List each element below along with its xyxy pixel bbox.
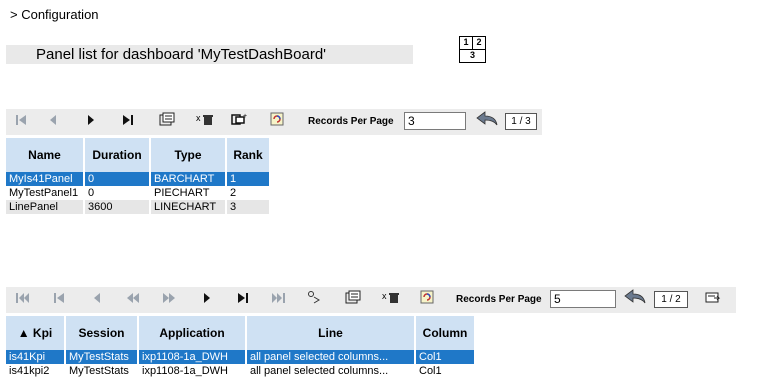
link-icon[interactable] xyxy=(304,287,326,313)
first-page-icon[interactable] xyxy=(12,287,34,313)
delete-icon[interactable]: x xyxy=(380,287,402,313)
cell-rank: 2 xyxy=(227,186,269,200)
fast-forward-icon[interactable] xyxy=(158,287,180,313)
page-indicator[interactable]: 1 / 3 xyxy=(505,113,537,130)
layout-cell-2: 2 xyxy=(472,36,486,50)
cell-type: LINECHART xyxy=(151,200,225,214)
cell-column: Col1 xyxy=(416,364,474,378)
table-row[interactable]: MyIs41Panel 0 BARCHART 1 xyxy=(6,172,269,186)
previous-page-icon[interactable] xyxy=(42,109,64,135)
cell-line: all panel selected columns... xyxy=(247,350,414,364)
last-page-icon[interactable] xyxy=(117,109,139,135)
column-header-session[interactable]: Session xyxy=(66,316,137,350)
layout-cell-3: 3 xyxy=(459,49,486,63)
next-page-icon[interactable] xyxy=(196,287,218,313)
cell-kpi: is41Kpi xyxy=(6,350,64,364)
properties-icon[interactable] xyxy=(342,287,364,313)
breadcrumb[interactable]: > Configuration xyxy=(10,7,99,22)
panel-list-toolbar: x + Records Per Page 1 / 3 xyxy=(6,109,542,135)
properties-icon[interactable] xyxy=(156,109,178,135)
kpi-list-toolbar: x Records Per Page 1 / 2 xyxy=(6,287,736,313)
fast-forward-end-icon[interactable] xyxy=(268,287,290,313)
layout-cell-1: 1 xyxy=(459,36,473,50)
column-header-type[interactable]: Type xyxy=(151,138,225,172)
table-header-row: ▲ Kpi Session Application Line Column xyxy=(6,316,474,350)
back-icon[interactable] xyxy=(474,109,500,135)
records-per-page-label: Records Per Page xyxy=(456,294,542,305)
cell-duration: 0 xyxy=(85,186,149,200)
cell-session: MyTestStats xyxy=(66,364,137,378)
last-page-icon[interactable] xyxy=(232,287,254,313)
page-title: Panel list for dashboard 'MyTestDashBoar… xyxy=(6,45,413,64)
cell-column: Col1 xyxy=(416,350,474,364)
refresh-icon[interactable] xyxy=(416,287,438,313)
column-header-name[interactable]: Name xyxy=(6,138,83,172)
export-icon[interactable] xyxy=(702,287,724,313)
cell-line: all panel selected columns... xyxy=(247,364,414,378)
column-header-rank[interactable]: Rank xyxy=(227,138,269,172)
next-page-icon[interactable] xyxy=(80,109,102,135)
first-page-icon[interactable] xyxy=(10,109,32,135)
previous-page-icon[interactable] xyxy=(86,287,108,313)
cell-application: ixp1108-1a_DWH xyxy=(139,364,245,378)
cell-name: MyIs41Panel xyxy=(6,172,83,186)
column-header-column[interactable]: Column xyxy=(416,316,474,350)
kpi-table: ▲ Kpi Session Application Line Column is… xyxy=(4,316,476,378)
cell-name: MyTestPanel1 xyxy=(6,186,83,200)
copy-icon[interactable]: + xyxy=(229,109,251,135)
fast-backward-icon[interactable] xyxy=(122,287,144,313)
panel-table: Name Duration Type Rank MyIs41Panel 0 BA… xyxy=(4,138,271,214)
cell-kpi: is41kpi2 xyxy=(6,364,64,378)
svg-text:x: x xyxy=(196,113,201,123)
column-header-duration[interactable]: Duration xyxy=(85,138,149,172)
cell-rank: 1 xyxy=(227,172,269,186)
column-header-application[interactable]: Application xyxy=(139,316,245,350)
records-per-page-label: Records Per Page xyxy=(308,116,394,127)
page-title-text: Panel list for dashboard 'MyTestDashBoar… xyxy=(36,46,327,63)
table-row[interactable]: MyTestPanel1 0 PIECHART 2 xyxy=(6,186,269,200)
delete-icon[interactable]: x xyxy=(194,109,216,135)
column-header-kpi[interactable]: ▲ Kpi xyxy=(6,316,64,350)
cell-type: BARCHART xyxy=(151,172,225,186)
column-header-line[interactable]: Line xyxy=(247,316,414,350)
table-row[interactable]: is41kpi2 MyTestStats ixp1108-1a_DWH all … xyxy=(6,364,474,378)
back-icon[interactable] xyxy=(622,287,648,313)
panel-layout-icon[interactable]: 1 2 3 xyxy=(459,36,486,64)
records-per-page-input[interactable] xyxy=(550,290,616,308)
svg-text:x: x xyxy=(382,291,387,301)
cell-rank: 3 xyxy=(227,200,269,214)
svg-text:+: + xyxy=(243,113,247,120)
cell-name: LinePanel xyxy=(6,200,83,214)
page-indicator[interactable]: 1 / 2 xyxy=(654,291,688,308)
records-per-page-input[interactable] xyxy=(404,112,466,130)
rewind-icon[interactable] xyxy=(48,287,70,313)
refresh-icon[interactable] xyxy=(266,109,288,135)
cell-application: ixp1108-1a_DWH xyxy=(139,350,245,364)
cell-session: MyTestStats xyxy=(66,350,137,364)
cell-type: PIECHART xyxy=(151,186,225,200)
cell-duration: 3600 xyxy=(85,200,149,214)
table-row[interactable]: LinePanel 3600 LINECHART 3 xyxy=(6,200,269,214)
cell-duration: 0 xyxy=(85,172,149,186)
table-header-row: Name Duration Type Rank xyxy=(6,138,269,172)
table-row[interactable]: is41Kpi MyTestStats ixp1108-1a_DWH all p… xyxy=(6,350,474,364)
